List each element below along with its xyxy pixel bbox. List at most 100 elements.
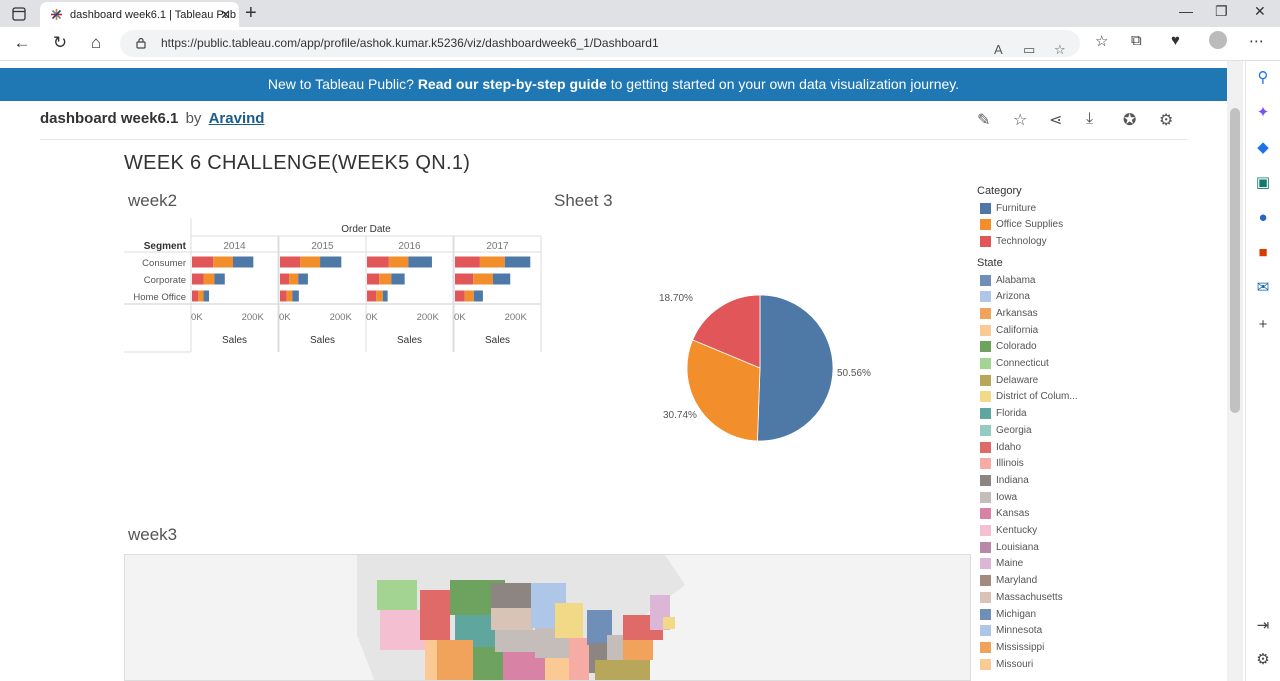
bar-segment[interactable]	[408, 256, 432, 268]
state-legend-item[interactable]: Michigan	[980, 607, 1036, 621]
map-state[interactable]	[437, 640, 473, 681]
browser-essentials-icon[interactable]: ♥	[1171, 32, 1180, 49]
state-legend-item[interactable]: Mississippi	[980, 640, 1044, 654]
refresh-icon[interactable]: ↻	[50, 33, 70, 53]
bar-segment[interactable]	[473, 273, 493, 285]
map-state[interactable]	[380, 610, 425, 650]
bar-segment[interactable]	[455, 273, 474, 285]
map-state[interactable]	[420, 590, 450, 640]
bar-segment[interactable]	[213, 256, 233, 268]
settings-icon[interactable]: ⚙	[1159, 110, 1173, 130]
map-state[interactable]	[491, 608, 533, 630]
browser-tab[interactable]: dashboard week6.1 | Tableau Pub ✕	[40, 2, 239, 27]
shopping-icon[interactable]: ◆	[1254, 139, 1272, 157]
state-legend-item[interactable]: Kentucky	[980, 524, 1037, 538]
share-icon[interactable]: ⋖	[1049, 110, 1062, 130]
page-scrollbar[interactable]	[1227, 61, 1243, 681]
state-legend-item[interactable]: Minnesota	[980, 624, 1042, 638]
state-legend-item[interactable]: Florida	[980, 407, 1027, 421]
restore-icon[interactable]: ❐	[1215, 3, 1228, 20]
bar-segment[interactable]	[455, 290, 465, 302]
download-icon[interactable]: ⤓	[1086, 110, 1093, 128]
bar-segment[interactable]	[292, 290, 299, 302]
state-legend-item[interactable]: Arizona	[980, 290, 1030, 304]
bar-segment[interactable]	[376, 290, 383, 302]
tab-actions-icon[interactable]	[8, 4, 30, 24]
bar-segment[interactable]	[320, 256, 342, 268]
minimize-icon[interactable]: —	[1179, 3, 1193, 19]
pie-slice[interactable]	[757, 294, 834, 442]
add-sidebar-app-icon[interactable]: +	[1254, 316, 1272, 334]
tools-icon[interactable]: ▣	[1254, 174, 1272, 192]
bar-segment[interactable]	[300, 256, 321, 268]
bar-segment[interactable]	[382, 290, 388, 302]
state-legend-item[interactable]: Kansas	[980, 507, 1029, 521]
outlook-icon[interactable]: ✉	[1254, 279, 1272, 297]
map-state[interactable]	[377, 580, 417, 610]
back-icon[interactable]: ←	[12, 33, 32, 53]
bar-segment[interactable]	[192, 273, 204, 285]
bar-segment[interactable]	[280, 273, 290, 285]
state-legend-item[interactable]: Louisiana	[980, 540, 1039, 554]
state-legend-item[interactable]: Delaware	[980, 373, 1038, 387]
url-field[interactable]: https://public.tableau.com/app/profile/a…	[120, 30, 1080, 57]
bar-segment[interactable]	[367, 273, 380, 285]
state-legend-item[interactable]: Colorado	[980, 340, 1037, 354]
badge-icon[interactable]: ✪	[1123, 110, 1136, 130]
state-legend-item[interactable]: Missouri	[980, 657, 1033, 671]
map-state[interactable]	[595, 660, 650, 681]
search-icon[interactable]: ⚲	[1254, 69, 1272, 87]
immersive-reader-icon[interactable]: ▭	[1023, 36, 1035, 63]
copilot-icon[interactable]: ✦	[1254, 104, 1272, 122]
bar-segment[interactable]	[367, 290, 377, 302]
bar-segment[interactable]	[367, 256, 389, 268]
state-legend-item[interactable]: Maryland	[980, 574, 1037, 588]
bar-segment[interactable]	[203, 290, 209, 302]
hide-sidebar-icon[interactable]: ⇥	[1254, 617, 1272, 635]
state-legend-item[interactable]: Connecticut	[980, 357, 1049, 371]
bar-segment[interactable]	[289, 273, 299, 285]
week3-map[interactable]	[124, 554, 971, 681]
map-state[interactable]	[663, 617, 675, 629]
office-icon[interactable]: ■	[1254, 244, 1272, 262]
bar-segment[interactable]	[280, 290, 287, 302]
state-legend-item[interactable]: Massachusetts	[980, 590, 1063, 604]
scrollbar-thumb[interactable]	[1230, 108, 1240, 413]
bar-segment[interactable]	[492, 273, 511, 285]
read-aloud-icon[interactable]: A	[994, 36, 1003, 63]
close-tab-icon[interactable]: ✕	[220, 7, 231, 23]
bar-segment[interactable]	[232, 256, 254, 268]
profile-avatar-icon[interactable]	[1209, 31, 1227, 49]
category-legend-item[interactable]: Technology	[980, 234, 1047, 248]
home-icon[interactable]: ⌂	[86, 33, 106, 53]
bar-segment[interactable]	[388, 256, 409, 268]
add-favorite-icon[interactable]: ☆	[1054, 36, 1066, 63]
bar-segment[interactable]	[464, 290, 474, 302]
bar-segment[interactable]	[479, 256, 505, 268]
map-state[interactable]	[495, 630, 540, 652]
state-legend-item[interactable]: Idaho	[980, 440, 1021, 454]
sidebar-settings-icon[interactable]: ⚙	[1254, 651, 1272, 669]
bar-segment[interactable]	[298, 273, 308, 285]
state-legend-item[interactable]: Arkansas	[980, 306, 1038, 320]
close-window-icon[interactable]: ✕	[1254, 3, 1266, 20]
bar-segment[interactable]	[391, 273, 405, 285]
author-link[interactable]: Aravind	[209, 110, 265, 127]
bar-segment[interactable]	[379, 273, 392, 285]
state-legend-item[interactable]: Alabama	[980, 273, 1035, 287]
bar-segment[interactable]	[473, 290, 483, 302]
map-state[interactable]	[555, 603, 583, 638]
bar-segment[interactable]	[286, 290, 293, 302]
more-options-icon[interactable]: ⋯	[1249, 32, 1264, 50]
map-state[interactable]	[491, 583, 531, 608]
bar-segment[interactable]	[203, 273, 215, 285]
state-legend-item[interactable]: Maine	[980, 557, 1023, 571]
state-legend-item[interactable]: Illinois	[980, 457, 1024, 471]
new-tab-icon[interactable]: +	[245, 2, 257, 25]
bar-segment[interactable]	[192, 290, 199, 302]
bar-segment[interactable]	[198, 290, 204, 302]
bar-segment[interactable]	[192, 256, 214, 268]
category-legend-item[interactable]: Furniture	[980, 201, 1036, 215]
guide-link[interactable]: Read our step-by-step guide	[418, 76, 607, 92]
bar-segment[interactable]	[504, 256, 531, 268]
